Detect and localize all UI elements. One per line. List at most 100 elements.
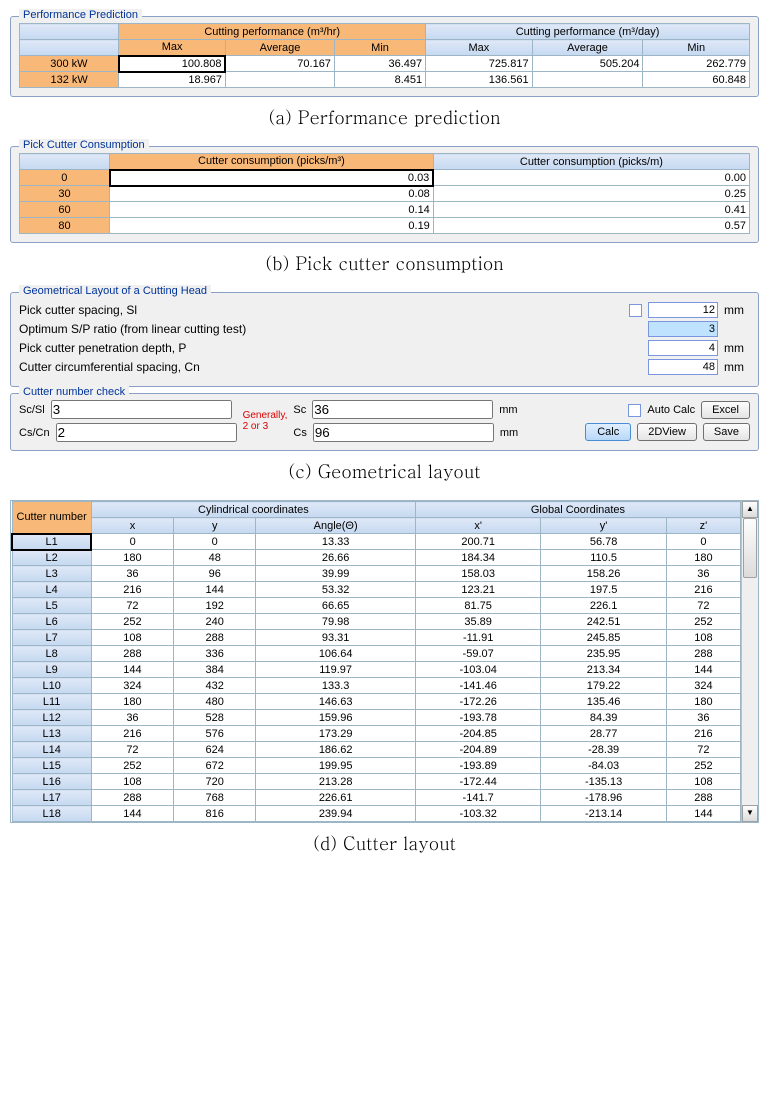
cell[interactable]: 216	[666, 726, 740, 742]
cell[interactable]: 13.33	[256, 534, 416, 550]
cell[interactable]: 158.03	[415, 566, 540, 582]
row-head[interactable]: 132 kW	[20, 72, 119, 88]
cell[interactable]: -59.07	[415, 646, 540, 662]
cell[interactable]: 192	[174, 598, 256, 614]
save-button[interactable]: Save	[703, 423, 750, 441]
cell[interactable]: 70.167	[225, 56, 334, 72]
row-head[interactable]: L15	[12, 758, 91, 774]
scroll-track[interactable]	[742, 518, 758, 805]
two-d-view-button[interactable]: 2DView	[637, 423, 697, 441]
cell[interactable]: 336	[174, 646, 256, 662]
cell[interactable]: 0.41	[433, 202, 749, 218]
cell[interactable]: 144	[666, 806, 740, 822]
row-head[interactable]: L12	[12, 710, 91, 726]
row-head[interactable]: L14	[12, 742, 91, 758]
cell[interactable]: 288	[174, 630, 256, 646]
cell[interactable]: 72	[91, 742, 173, 758]
cell[interactable]: 136.561	[426, 72, 532, 88]
row-head[interactable]: L9	[12, 662, 91, 678]
cell[interactable]: 324	[666, 678, 740, 694]
row-head[interactable]: L2	[12, 550, 91, 566]
cell[interactable]: 0	[666, 534, 740, 550]
spacing-input[interactable]	[648, 302, 718, 318]
cell[interactable]: 180	[91, 694, 173, 710]
cell[interactable]: -204.85	[415, 726, 540, 742]
performance-table[interactable]: Cutting performance (m³/hr) Cutting perf…	[19, 23, 750, 88]
cell[interactable]: 36	[666, 710, 740, 726]
cell[interactable]: 288	[666, 790, 740, 806]
row-head[interactable]: L16	[12, 774, 91, 790]
row-head[interactable]: 30	[20, 186, 110, 202]
cell[interactable]: -11.91	[415, 630, 540, 646]
cell[interactable]: 28.77	[541, 726, 666, 742]
cell[interactable]: -193.78	[415, 710, 540, 726]
cell[interactable]: 144	[91, 662, 173, 678]
cell[interactable]: -172.26	[415, 694, 540, 710]
cell[interactable]: 720	[174, 774, 256, 790]
cell[interactable]: 18.967	[119, 72, 226, 88]
cell[interactable]: 179.22	[541, 678, 666, 694]
cell[interactable]: -213.14	[541, 806, 666, 822]
cell[interactable]: 48	[174, 550, 256, 566]
cell[interactable]: 184.34	[415, 550, 540, 566]
cell[interactable]: -28.39	[541, 742, 666, 758]
cell[interactable]: 36	[91, 710, 173, 726]
cell[interactable]: 480	[174, 694, 256, 710]
cell[interactable]: 60.848	[643, 72, 750, 88]
cell[interactable]: 505.204	[532, 56, 643, 72]
cell[interactable]: 0.03	[110, 170, 434, 186]
cell[interactable]: 110.5	[541, 550, 666, 566]
cell[interactable]: 528	[174, 710, 256, 726]
cell[interactable]: 200.71	[415, 534, 540, 550]
cell[interactable]: 81.75	[415, 598, 540, 614]
cell[interactable]: 186.62	[256, 742, 416, 758]
sp-ratio-input[interactable]	[648, 321, 718, 337]
cell[interactable]: 226.61	[256, 790, 416, 806]
cell[interactable]: 180	[91, 550, 173, 566]
cell[interactable]: 0.14	[110, 202, 434, 218]
cell[interactable]: 725.817	[426, 56, 532, 72]
cell[interactable]: 108	[91, 630, 173, 646]
cell[interactable]: 72	[666, 598, 740, 614]
cell[interactable]: 39.99	[256, 566, 416, 582]
cell[interactable]: 576	[174, 726, 256, 742]
cell[interactable]: 100.808	[119, 56, 226, 72]
row-head[interactable]: 60	[20, 202, 110, 218]
cell[interactable]: 106.64	[256, 646, 416, 662]
cs-input[interactable]	[313, 423, 494, 442]
cell[interactable]: 199.95	[256, 758, 416, 774]
cell[interactable]: 240	[174, 614, 256, 630]
cell[interactable]: 324	[91, 678, 173, 694]
row-head[interactable]: 0	[20, 170, 110, 186]
excel-button[interactable]: Excel	[701, 401, 750, 419]
cell[interactable]: -172.44	[415, 774, 540, 790]
cell[interactable]: -84.03	[541, 758, 666, 774]
cell[interactable]: 252	[91, 614, 173, 630]
cell[interactable]: 768	[174, 790, 256, 806]
cell[interactable]: 144	[666, 662, 740, 678]
cell[interactable]: 53.32	[256, 582, 416, 598]
cell[interactable]: 252	[666, 758, 740, 774]
cell[interactable]: 0.19	[110, 218, 434, 234]
cell[interactable]: 36	[666, 566, 740, 582]
cell[interactable]: 0.00	[433, 170, 749, 186]
cell[interactable]: 226.1	[541, 598, 666, 614]
cell[interactable]: 133.3	[256, 678, 416, 694]
cell[interactable]: 180	[666, 694, 740, 710]
cell[interactable]: 252	[666, 614, 740, 630]
cell[interactable]: 72	[666, 742, 740, 758]
cell[interactable]: 262.779	[643, 56, 750, 72]
cell[interactable]: 26.66	[256, 550, 416, 566]
cell[interactable]: 816	[174, 806, 256, 822]
cell[interactable]: 672	[174, 758, 256, 774]
cell[interactable]: -135.13	[541, 774, 666, 790]
row-head[interactable]: L4	[12, 582, 91, 598]
cell[interactable]: 84.39	[541, 710, 666, 726]
cell[interactable]: 384	[174, 662, 256, 678]
cell[interactable]: 0.57	[433, 218, 749, 234]
cell[interactable]: 288	[666, 646, 740, 662]
cell[interactable]: 216	[666, 582, 740, 598]
spacing-checkbox[interactable]	[629, 304, 642, 317]
cell[interactable]: 252	[91, 758, 173, 774]
sc-input[interactable]	[312, 400, 493, 419]
